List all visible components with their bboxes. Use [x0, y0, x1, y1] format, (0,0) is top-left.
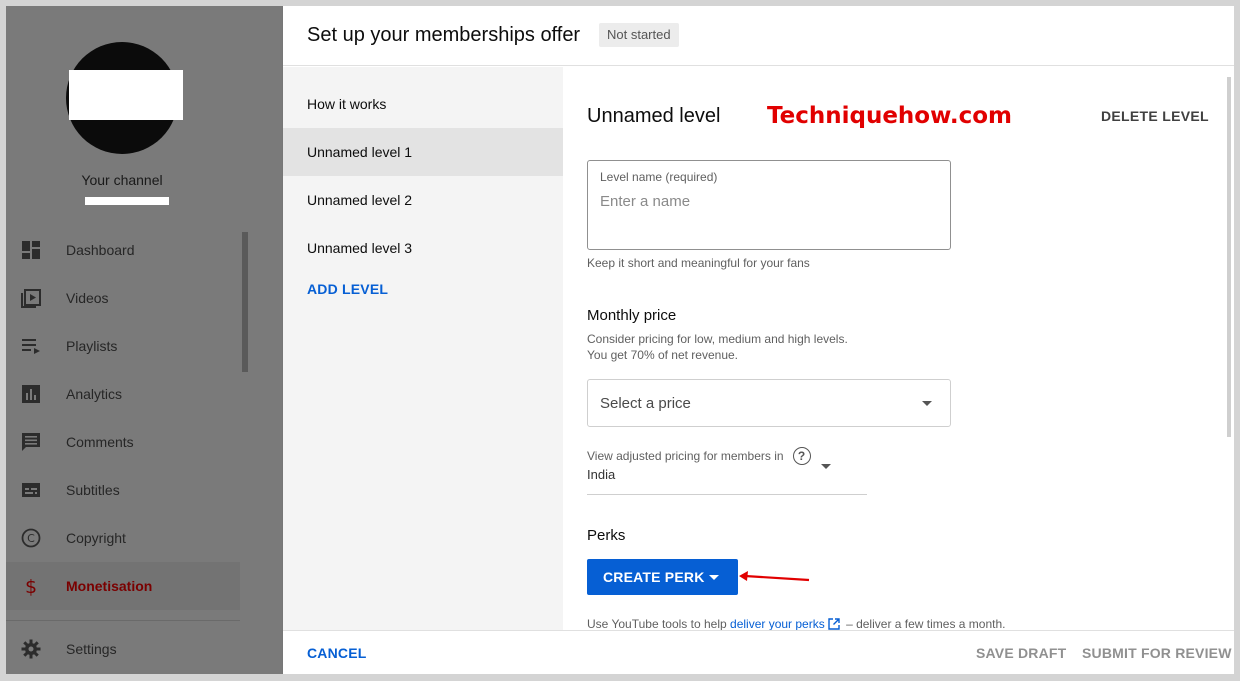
create-perk-label: CREATE PERK: [603, 569, 705, 585]
sidebar-item-monetisation[interactable]: $ Monetisation: [6, 562, 240, 610]
copyright-icon: C: [20, 527, 42, 549]
dialog-header: Set up your memberships offer Not starte…: [283, 6, 1234, 66]
sidebar-item-settings[interactable]: Settings: [6, 625, 240, 673]
sidebar-item-label: Videos: [66, 290, 109, 306]
sidebar-item-label: Playlists: [66, 338, 118, 354]
chevron-down-icon: [922, 401, 932, 406]
studio-sidebar: Your channel Dashboard Videos Playlists: [6, 6, 282, 674]
sidebar-item-videos[interactable]: Videos: [6, 274, 240, 322]
level-title: Unnamed level: [587, 105, 721, 127]
dialog-footer: CANCEL SAVE DRAFT SUBMIT FOR REVIEW: [283, 630, 1234, 674]
sidebar-item-subtitles[interactable]: Subtitles: [6, 466, 240, 514]
create-perk-button[interactable]: CREATE PERK: [587, 559, 738, 595]
region-select-value: India: [587, 467, 616, 482]
svg-text:$: $: [25, 576, 37, 596]
sidebar-item-playlists[interactable]: Playlists: [6, 322, 240, 370]
sidebar-scrollbar[interactable]: [242, 232, 248, 372]
nav-item-level-1[interactable]: Unnamed level 1: [283, 128, 563, 176]
sidebar-item-dashboard[interactable]: Dashboard: [6, 226, 240, 274]
submit-for-review-button[interactable]: SUBMIT FOR REVIEW: [1082, 645, 1232, 661]
channel-label: Your channel: [81, 172, 163, 188]
status-badge: Not started: [599, 23, 679, 47]
cancel-button[interactable]: CANCEL: [307, 645, 367, 661]
delete-level-button[interactable]: DELETE LEVEL: [1101, 108, 1209, 124]
perks-info: Use YouTube tools to help deliver your p…: [587, 617, 1005, 630]
dashboard-icon: [20, 239, 42, 261]
sidebar-divider: [6, 620, 240, 621]
redaction-line: [85, 197, 169, 205]
deliver-perks-link[interactable]: deliver your perks: [730, 617, 825, 630]
subtitles-icon: [20, 479, 42, 501]
sidebar-item-label: Subtitles: [66, 482, 120, 498]
sidebar-item-comments[interactable]: Comments: [6, 418, 240, 466]
monthly-price-desc-1: Consider pricing for low, medium and hig…: [587, 332, 848, 346]
content-scrollbar[interactable]: [1227, 77, 1231, 437]
level-name-field[interactable]: Level name (required) Enter a name: [587, 160, 951, 250]
level-editor: Unnamed level Techniquehow.com DELETE LE…: [563, 67, 1234, 630]
monthly-price-title: Monthly price: [587, 307, 677, 324]
playlists-icon: [20, 335, 42, 357]
nav-item-how-it-works[interactable]: How it works: [283, 80, 563, 128]
level-name-label: Level name (required): [600, 170, 718, 184]
perks-info-suffix: – deliver a few times a month.: [846, 617, 1006, 630]
analytics-icon: [20, 383, 42, 405]
save-draft-button[interactable]: SAVE DRAFT: [976, 645, 1066, 661]
price-select-value: Select a price: [600, 395, 691, 412]
external-link-icon[interactable]: [828, 618, 840, 630]
sidebar-item-label: Copyright: [66, 530, 126, 546]
monthly-price-desc-2: You get 70% of net revenue.: [587, 348, 739, 362]
chevron-down-icon[interactable]: [709, 575, 719, 580]
sidebar-item-label: Settings: [66, 641, 117, 657]
level-name-helper: Keep it short and meaningful for your fa…: [587, 256, 810, 270]
nav-item-level-3[interactable]: Unnamed level 3: [283, 224, 563, 272]
chevron-down-icon[interactable]: [821, 464, 831, 469]
sidebar-item-label: Analytics: [66, 386, 123, 402]
comments-icon: [20, 431, 42, 453]
annotation-arrow: [739, 571, 810, 582]
perks-info-prefix: Use YouTube tools to help: [587, 617, 727, 630]
level-nav: How it works Unnamed level 1 Unnamed lev…: [283, 67, 563, 630]
sidebar-item-label: Monetisation: [66, 578, 153, 594]
sidebar-item-copyright[interactable]: C Copyright: [6, 514, 240, 562]
dollar-icon: $: [20, 575, 42, 597]
sidebar-item-label: Comments: [66, 434, 134, 450]
memberships-dialog: Set up your memberships offer Not starte…: [283, 6, 1234, 674]
watermark: Techniquehow.com: [767, 103, 1013, 129]
sidebar-item-label: Dashboard: [66, 242, 135, 258]
nav-item-level-2[interactable]: Unnamed level 2: [283, 176, 563, 224]
videos-icon: [20, 287, 42, 309]
add-level-button[interactable]: ADD LEVEL: [307, 281, 388, 297]
perks-title: Perks: [587, 527, 626, 544]
region-label-text: View adjusted pricing for members in: [587, 449, 784, 463]
gear-icon: [20, 638, 42, 660]
dialog-title: Set up your memberships offer: [307, 24, 581, 46]
svg-text:C: C: [27, 532, 35, 545]
price-select[interactable]: Select a price: [587, 379, 951, 427]
studio-window: Your channel Dashboard Videos Playlists: [6, 6, 1234, 674]
level-name-input[interactable]: Enter a name: [600, 193, 690, 210]
redaction-block: [69, 70, 183, 120]
sidebar-item-analytics[interactable]: Analytics: [6, 370, 240, 418]
